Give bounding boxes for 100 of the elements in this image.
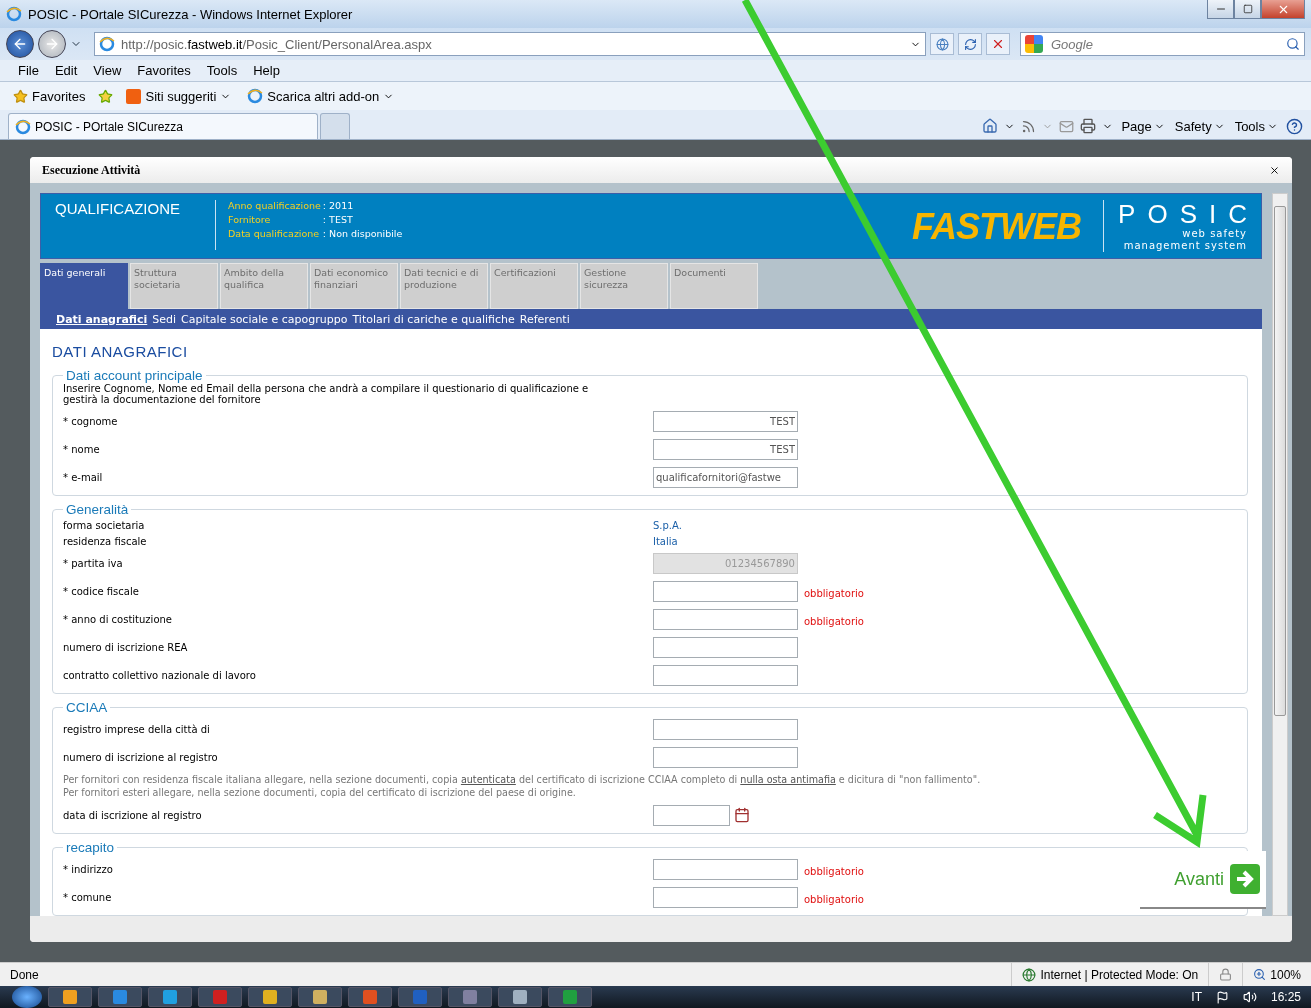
language-indicator[interactable]: IT (1191, 990, 1202, 1004)
input-field[interactable] (653, 608, 798, 630)
menu-item[interactable]: Edit (46, 61, 86, 80)
field-label: residenza fiscale (63, 535, 148, 547)
taskbar-app-button[interactable] (548, 987, 592, 1007)
info-label: Anno qualificazione (228, 200, 321, 211)
tab[interactable]: Ambito della qualifica (220, 263, 308, 309)
app-icon (463, 990, 477, 1004)
restore-button[interactable] (1234, 0, 1261, 19)
taskbar-app-button[interactable] (348, 987, 392, 1007)
stop-button[interactable] (986, 33, 1010, 55)
field-label: forma societaria (63, 519, 146, 531)
calendar-icon[interactable] (734, 807, 750, 823)
flag-icon[interactable] (1215, 990, 1229, 1004)
tab[interactable]: Gestione sicurezza (580, 263, 668, 309)
close-button[interactable] (1261, 0, 1305, 19)
minimize-button[interactable] (1207, 0, 1234, 19)
scrollbar-thumb[interactable] (1274, 206, 1286, 716)
input-field[interactable] (653, 718, 798, 740)
field-label: * comune (63, 891, 113, 903)
ie-icon (15, 118, 31, 135)
print-icon[interactable] (1080, 118, 1097, 134)
group-title: recapito (65, 840, 116, 855)
input-field[interactable] (653, 746, 798, 768)
command-button[interactable]: Safety (1172, 118, 1227, 134)
input-field[interactable]: TEST (653, 438, 798, 460)
tagline: web safety (1182, 228, 1247, 240)
back-button[interactable] (6, 30, 34, 58)
input-field[interactable]: qualificafornitori@fastwe (653, 466, 798, 488)
field-label: numero di iscrizione al registro (63, 751, 219, 763)
search-field[interactable]: Google (1020, 32, 1305, 56)
new-tab-button[interactable] (320, 113, 350, 139)
zoom-icon (1253, 968, 1267, 981)
scrollbar[interactable] (1272, 193, 1288, 916)
browser-icon (6, 6, 22, 22)
app-icon (413, 990, 427, 1004)
error-text: obbligatorio (803, 614, 865, 627)
tab[interactable]: Struttura societaria (130, 263, 218, 309)
input-field[interactable] (653, 886, 798, 908)
section-title: DATI ANAGRAFICI (52, 343, 189, 360)
section-link[interactable]: Dati anagrafici (56, 312, 148, 326)
feeds-icon[interactable] (1021, 118, 1037, 134)
help-icon[interactable] (1286, 117, 1303, 135)
section-link[interactable]: Capitale sociale e capogruppo (181, 312, 348, 326)
add-favorite-icon[interactable] (98, 88, 114, 104)
taskbar-app-button[interactable] (248, 987, 292, 1007)
menu-item[interactable]: Tools (198, 61, 246, 80)
section-link[interactable]: Titolari di cariche e qualifiche (352, 312, 515, 326)
tab[interactable]: Dati tecnici e di produzione (400, 263, 488, 309)
taskbar-app-button[interactable] (148, 987, 192, 1007)
mail-icon[interactable] (1059, 118, 1075, 134)
refresh-button[interactable] (958, 33, 982, 55)
volume-icon[interactable] (1242, 990, 1257, 1004)
forward-button[interactable] (38, 30, 66, 58)
note-link[interactable]: autenticata (460, 774, 516, 785)
taskbar-app-button[interactable] (298, 987, 342, 1007)
section-link[interactable]: Referenti (519, 312, 570, 326)
taskbar-app-button[interactable] (448, 987, 492, 1007)
menu-item[interactable]: Help (245, 61, 288, 80)
lock-icon[interactable] (1219, 968, 1233, 981)
menu-item[interactable]: Favorites (129, 61, 199, 80)
ie-icon (247, 88, 264, 104)
favorites-link[interactable]: Siti suggeriti (123, 86, 235, 106)
taskbar-app-button[interactable] (48, 987, 92, 1007)
compatibility-button[interactable] (930, 33, 954, 55)
field-label: data di iscrizione al registro (63, 809, 203, 821)
close-icon[interactable] (1269, 164, 1280, 176)
note-link[interactable]: nulla osta antimafia (740, 774, 836, 785)
tab[interactable]: Dati economico finanziari (310, 263, 398, 309)
input-field[interactable] (653, 580, 798, 602)
globe-icon (1022, 967, 1037, 982)
home-icon[interactable] (982, 118, 999, 134)
dialog-title: Esecuzione Attività (42, 162, 142, 178)
start-button[interactable] (12, 986, 42, 1008)
menu-item[interactable]: File (10, 61, 47, 80)
header-title: QUALIFICAZIONE (55, 200, 182, 217)
input-field[interactable] (653, 636, 798, 658)
taskbar-app-button[interactable] (498, 987, 542, 1007)
input-field[interactable] (653, 664, 798, 686)
command-button[interactable]: Tools (1232, 118, 1280, 134)
favorites-button[interactable]: Favorites (10, 86, 89, 106)
command-button[interactable]: Page (1119, 118, 1167, 134)
field-label: * anno di costituzione (63, 613, 173, 625)
favorites-link[interactable]: Scarica altri add-on (244, 86, 398, 106)
back-icon (12, 36, 28, 52)
tab[interactable]: Certificazioni (490, 263, 578, 309)
tab[interactable]: Dati generali (40, 263, 128, 309)
note-text: Per fornitori con residenza fiscale italiana allegare, nella sezione documenti, copia autenticata del certificato di iscrizione CCIAA completo di nulla osta antimafia e dicitura di "non fallimento". Per fornitori esteri allegare, nella sezione documenti, copia del certificato di iscrizione del paese di origine. (63, 773, 982, 799)
info-label: Fornitore (228, 214, 272, 225)
input-field[interactable] (653, 858, 798, 880)
search-icon[interactable] (1286, 37, 1300, 51)
browser-tab[interactable]: POSIC - POrtale SICurezza (8, 113, 318, 139)
clock[interactable]: 16:25 (1270, 990, 1301, 1004)
section-link[interactable]: Sedi (152, 312, 177, 326)
menu-item[interactable]: View (85, 61, 130, 80)
date-field[interactable] (653, 804, 730, 826)
address-bar[interactable]: http://posic.fastweb.it/Posic_Client/PersonalArea.aspx (94, 32, 926, 56)
input-field[interactable]: TEST (653, 410, 798, 432)
taskbar-app-button[interactable] (98, 987, 142, 1007)
app-icon (313, 990, 327, 1004)
